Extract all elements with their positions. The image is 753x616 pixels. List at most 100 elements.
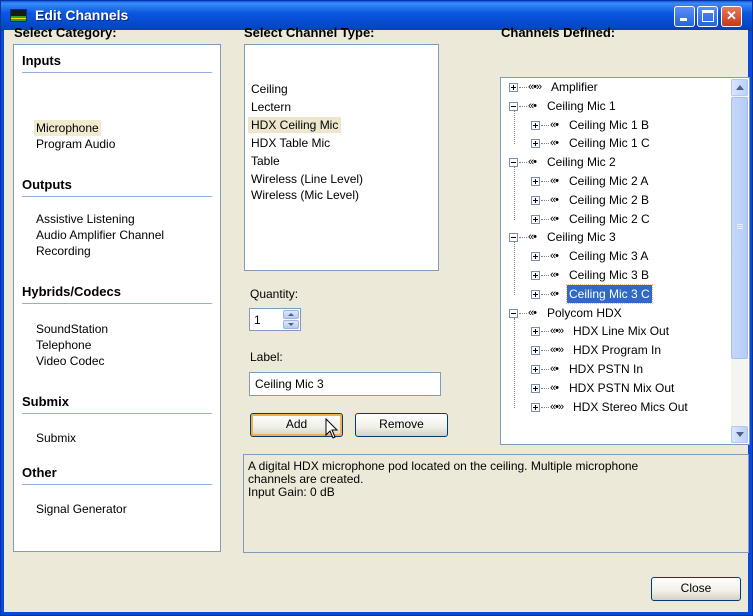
- tree-row[interactable]: «• Ceiling Mic 2: [501, 153, 731, 171]
- category-item-telephone[interactable]: Telephone: [36, 337, 91, 353]
- expand-icon[interactable]: [531, 195, 540, 205]
- tree-row[interactable]: «• Ceiling Mic 3: [501, 228, 731, 246]
- channel-type-item[interactable]: HDX Table Mic: [251, 135, 330, 151]
- tree-row[interactable]: «• Ceiling Mic 1 C: [501, 134, 731, 152]
- close-button[interactable]: Close: [651, 577, 741, 601]
- tree-row[interactable]: «• HDX PSTN In: [501, 360, 731, 378]
- scroll-up-button[interactable]: [731, 79, 748, 96]
- tree-connector: [541, 275, 549, 276]
- expand-icon[interactable]: [531, 383, 540, 393]
- channel-type-list[interactable]: Ceiling Lectern HDX Ceiling Mic HDX Tabl…: [244, 44, 439, 271]
- tree-row[interactable]: «• Ceiling Mic 3 A: [501, 247, 731, 265]
- expand-icon[interactable]: [531, 289, 540, 299]
- collapse-icon[interactable]: [509, 158, 518, 168]
- select-category-heading: Select Category:: [14, 25, 117, 40]
- minimize-button[interactable]: [674, 6, 695, 27]
- label-input[interactable]: [249, 372, 441, 396]
- category-group-other: Other: [22, 465, 212, 485]
- remove-button[interactable]: Remove: [355, 413, 448, 437]
- quantity-value: 1: [254, 313, 261, 327]
- expand-icon[interactable]: [531, 402, 540, 412]
- expand-icon[interactable]: [531, 214, 540, 224]
- stereo-channel-icon: «•»: [528, 81, 542, 93]
- tree-item-label[interactable]: Ceiling Mic 2: [545, 153, 618, 171]
- maximize-button[interactable]: [697, 6, 718, 27]
- collapse-icon[interactable]: [509, 101, 518, 111]
- channel-type-item[interactable]: Table: [251, 153, 280, 169]
- tree-item-label[interactable]: Ceiling Mic 3 C: [566, 283, 653, 304]
- tree-row[interactable]: «• Ceiling Mic 3 B: [501, 266, 731, 284]
- category-item-audio-amplifier-channel[interactable]: Audio Amplifier Channel: [36, 227, 164, 243]
- expand-icon[interactable]: [531, 271, 540, 280]
- tree-scrollbar[interactable]: [731, 79, 748, 443]
- expand-icon[interactable]: [531, 177, 540, 186]
- expand-icon[interactable]: [531, 365, 540, 374]
- stereo-channel-icon: «•»: [550, 344, 564, 357]
- tree-item-label[interactable]: Ceiling Mic 3: [545, 228, 618, 246]
- collapse-icon[interactable]: [509, 233, 518, 243]
- tree-item-label[interactable]: Ceiling Mic 3 B: [567, 266, 651, 284]
- tree-row[interactable]: «• Ceiling Mic 1: [501, 97, 731, 115]
- channels-tree[interactable]: «•» Amplifier «• Ceiling Mic 1 «• Ceiling Mic…: [500, 77, 750, 445]
- tree-item-label[interactable]: Amplifier: [549, 78, 600, 96]
- tree-row[interactable]: «• Ceiling Mic 3 C: [501, 283, 731, 304]
- quantity-stepper[interactable]: 1: [249, 308, 301, 331]
- channel-type-item-selected[interactable]: HDX Ceiling Mic: [248, 117, 342, 133]
- tree-row[interactable]: «• Polycom HDX: [501, 304, 731, 322]
- scroll-down-button[interactable]: [731, 426, 748, 443]
- quantity-increment-button[interactable]: [283, 310, 299, 319]
- channel-type-item[interactable]: Wireless (Line Level): [251, 171, 363, 187]
- tree-item-label[interactable]: HDX PSTN In: [567, 360, 645, 378]
- tree-connector: [541, 199, 549, 201]
- tree-item-label[interactable]: HDX PSTN Mix Out: [567, 379, 676, 397]
- tree-row[interactable]: «• Ceiling Mic 2 A: [501, 172, 731, 190]
- description-panel: A digital HDX microphone pod located on …: [243, 454, 749, 553]
- tree-item-label[interactable]: Ceiling Mic 2 C: [567, 210, 652, 228]
- tree-item-label[interactable]: Ceiling Mic 2 B: [567, 191, 651, 209]
- close-window-button[interactable]: ✕: [721, 6, 742, 27]
- tree-guide-line: [514, 317, 515, 408]
- category-item-assistive-listening[interactable]: Assistive Listening: [36, 211, 135, 227]
- tree-item-label[interactable]: Ceiling Mic 1: [545, 97, 618, 115]
- channel-type-item[interactable]: Ceiling: [251, 81, 288, 97]
- channel-type-item[interactable]: Wireless (Mic Level): [251, 187, 359, 203]
- tree-item-label[interactable]: HDX Stereo Mics Out: [571, 398, 690, 416]
- category-list[interactable]: Inputs Microphone Program Audio Outputs …: [13, 44, 221, 552]
- expand-icon[interactable]: [531, 327, 540, 337]
- expand-icon[interactable]: [509, 83, 518, 92]
- category-item-program-audio[interactable]: Program Audio: [36, 136, 115, 152]
- tree-item-label[interactable]: Ceiling Mic 3 A: [567, 247, 650, 265]
- minimize-icon: [680, 18, 687, 21]
- expand-icon[interactable]: [531, 346, 540, 356]
- tree-item-label[interactable]: Ceiling Mic 1 B: [567, 116, 651, 134]
- category-group-outputs: Outputs: [22, 177, 212, 197]
- category-item-submix[interactable]: Submix: [36, 430, 76, 446]
- tree-row[interactable]: «• HDX PSTN Mix Out: [501, 379, 731, 397]
- expand-icon[interactable]: [531, 139, 540, 149]
- expand-icon[interactable]: [531, 120, 540, 130]
- tree-item-label[interactable]: Ceiling Mic 2 A: [567, 172, 650, 190]
- tree-item-label[interactable]: HDX Program In: [571, 341, 663, 359]
- tree-row[interactable]: «• Ceiling Mic 2 C: [501, 210, 731, 228]
- expand-icon[interactable]: [531, 252, 540, 262]
- tree-connector: [519, 87, 527, 88]
- category-item-signal-generator[interactable]: Signal Generator: [36, 501, 127, 517]
- tree-row[interactable]: «• Ceiling Mic 1 B: [501, 116, 731, 134]
- scroll-thumb[interactable]: [731, 97, 748, 359]
- tree-row[interactable]: «• Ceiling Mic 2 B: [501, 191, 731, 209]
- window-title: Edit Channels: [35, 7, 129, 23]
- category-item-microphone[interactable]: Microphone: [34, 120, 101, 136]
- tree-row[interactable]: «•» HDX Stereo Mics Out: [501, 398, 731, 416]
- channel-type-item[interactable]: Lectern: [251, 99, 291, 115]
- tree-item-label[interactable]: Ceiling Mic 1 C: [567, 134, 652, 152]
- category-item-video-codec[interactable]: Video Codec: [36, 353, 105, 369]
- collapse-icon[interactable]: [509, 308, 518, 318]
- tree-row[interactable]: «•» HDX Program In: [501, 341, 731, 359]
- tree-item-label[interactable]: HDX Line Mix Out: [571, 322, 671, 340]
- category-item-soundstation[interactable]: SoundStation: [36, 321, 108, 337]
- tree-row[interactable]: «•» HDX Line Mix Out: [501, 322, 731, 340]
- category-item-recording[interactable]: Recording: [36, 243, 91, 259]
- quantity-decrement-button[interactable]: [283, 320, 299, 329]
- tree-row[interactable]: «•» Amplifier: [501, 78, 731, 96]
- tree-item-label[interactable]: Polycom HDX: [545, 304, 624, 322]
